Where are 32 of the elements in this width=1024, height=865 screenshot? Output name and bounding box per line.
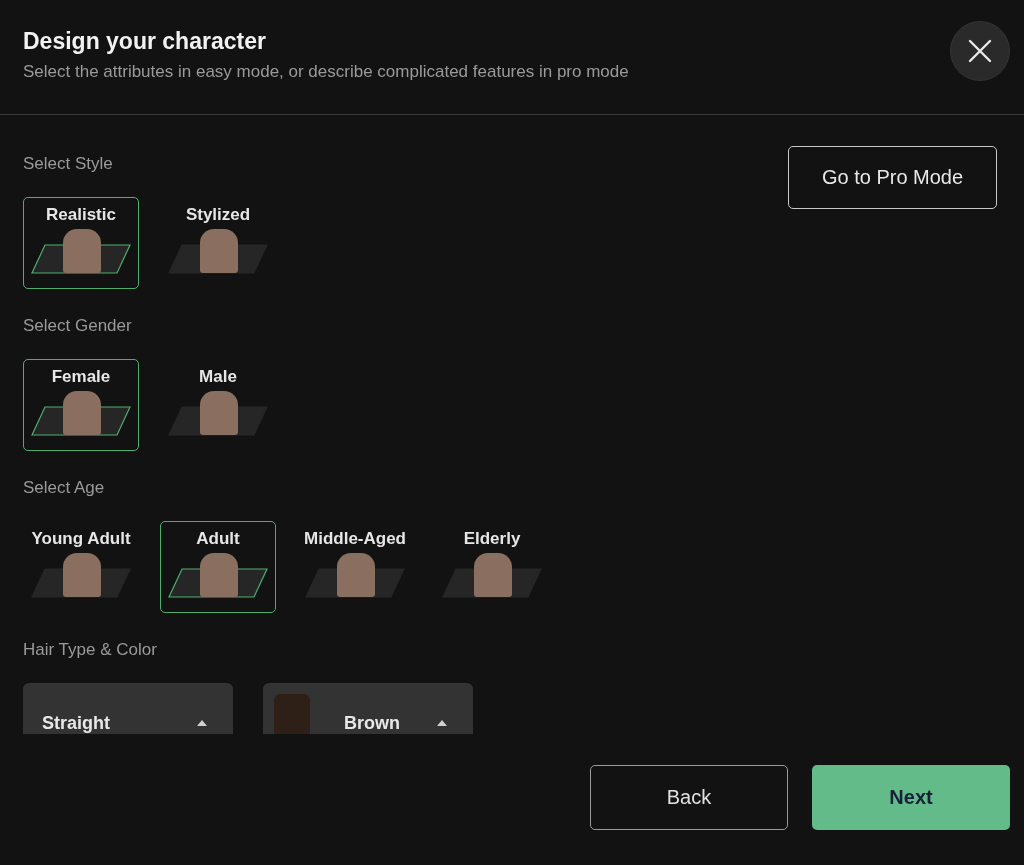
photo-placeholder <box>200 391 238 435</box>
photo-placeholder <box>63 229 101 273</box>
section-label: Select Style <box>23 154 114 174</box>
photo-placeholder <box>63 391 101 435</box>
dropdown-value: Straight <box>42 712 111 734</box>
caret-icon <box>197 720 207 726</box>
section-label: Select Gender <box>23 316 133 336</box>
next-button[interactable]: Next <box>812 765 1010 830</box>
photo-placeholder <box>337 553 375 597</box>
photo-placeholder <box>63 553 101 597</box>
dialog-title: Design your character <box>23 27 267 55</box>
section-label: Select Age <box>23 478 106 498</box>
pro-mode-button[interactable]: Go to Pro Mode <box>788 146 997 209</box>
section-label: Hair Type & Color <box>23 640 158 660</box>
close-icon <box>968 39 992 63</box>
dropdown[interactable]: Straight <box>23 683 233 734</box>
photo-placeholder <box>200 229 238 273</box>
option-card[interactable]: Female <box>23 359 139 451</box>
dropdown[interactable]: Brown <box>263 683 473 734</box>
photo-placeholder <box>474 553 512 597</box>
option-card[interactable]: Middle-Aged <box>297 521 413 613</box>
option-card[interactable]: Elderly <box>434 521 550 613</box>
option-card[interactable]: Adult <box>160 521 276 613</box>
option-card[interactable]: Realistic <box>23 197 139 289</box>
caret-icon <box>437 720 447 726</box>
option-card[interactable]: Young Adult <box>23 521 139 613</box>
option-card[interactable]: Stylized <box>160 197 276 289</box>
dropdown-value: Brown <box>344 712 401 734</box>
back-button[interactable]: Back <box>590 765 788 830</box>
dialog-subtitle: Select the attributes in easy mode, or describe complicated features in pro mode <box>23 61 629 83</box>
photo-placeholder <box>200 553 238 597</box>
option-card[interactable]: Male <box>160 359 276 451</box>
